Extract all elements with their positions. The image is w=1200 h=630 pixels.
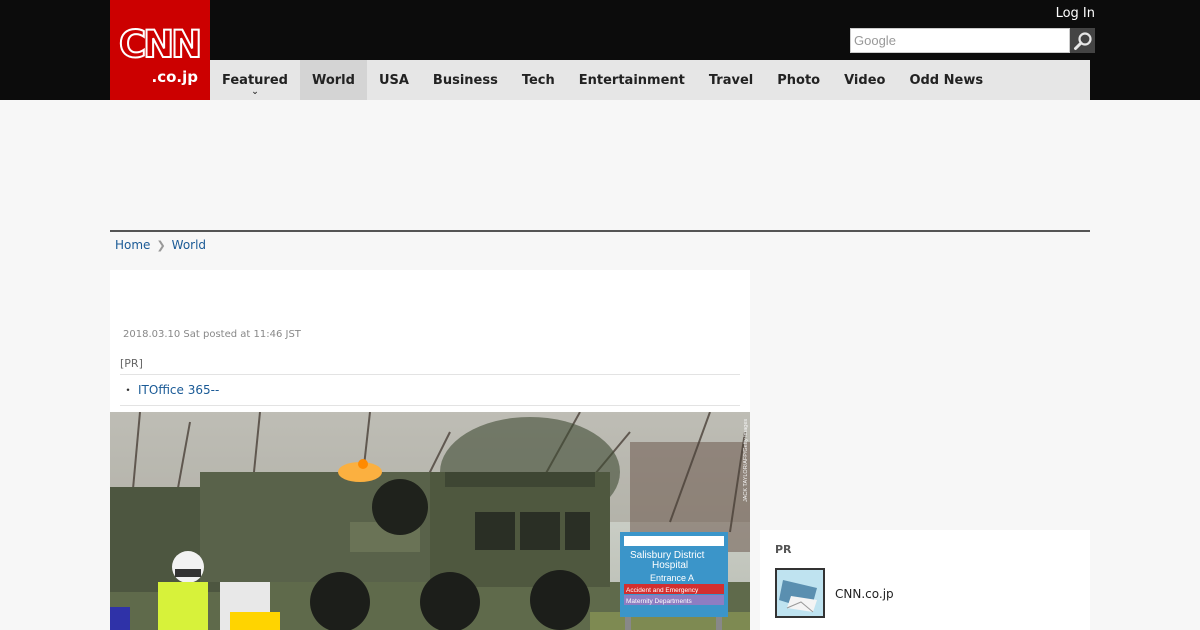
pr-link[interactable]: ITOffice 365-- (138, 383, 219, 397)
cnn-logo[interactable]: CNN .co.jp (110, 0, 210, 100)
breadcrumb: Home ❯ World (115, 238, 206, 252)
nav-item-label: Video (844, 72, 886, 88)
nav-item-featured[interactable]: Featured ⌄ (210, 60, 300, 100)
sidebar-pr: PR CNN.co.jp (760, 530, 1090, 630)
nav-item-travel[interactable]: Travel (697, 60, 765, 100)
pr-label: [PR] (120, 357, 740, 375)
chevron-right-icon: ❯ (156, 238, 166, 252)
nav-item-odd-news[interactable]: Odd News (897, 60, 995, 100)
search-button[interactable] (1070, 28, 1095, 53)
breadcrumb-home[interactable]: Home (115, 238, 150, 252)
posted-date: 2018.03.10 Sat posted at 11:46 JST (123, 329, 301, 340)
nav-item-label: Entertainment (578, 72, 685, 88)
pr-links: [PR] ・ ITOffice 365-- (120, 357, 740, 406)
logo-sub-text: .co.jp (151, 68, 198, 86)
pr-link-row: ・ ITOffice 365-- (120, 375, 740, 406)
sidebar-pr-label: PR (775, 543, 792, 556)
photo-sign-maternity: Maternity Departments (626, 598, 692, 605)
nav-item-world[interactable]: World (299, 60, 367, 100)
pr-thumbnail[interactable] (775, 568, 825, 618)
photo-illustration: Salisbury District Hospital Entrance A A… (110, 412, 750, 630)
main-nav: Featured ⌄ World USA Business Tech Enter… (210, 60, 1090, 100)
nav-item-business[interactable]: Business (421, 60, 510, 100)
nav-item-label: Business (432, 72, 498, 88)
nav-item-label: Odd News (909, 72, 984, 88)
nav-item-tech[interactable]: Tech (510, 60, 567, 100)
search-input[interactable] (850, 28, 1070, 53)
photo-sign-ae: Accident and Emergency (626, 587, 699, 594)
bullet: ・ (122, 383, 135, 397)
nav-item-label: Photo (777, 72, 821, 88)
nav-item-entertainment[interactable]: Entertainment (567, 60, 697, 100)
breadcrumb-world[interactable]: World (172, 238, 206, 252)
nav-item-photo[interactable]: Photo (765, 60, 832, 100)
nav-item-video[interactable]: Video (832, 60, 897, 100)
photo-credit: JACK TAYLOR/AFP/Getty Images (743, 419, 749, 502)
article-card: 2018.03.10 Sat posted at 11:46 JST [PR] … (110, 270, 750, 630)
chevron-down-icon: ⌄ (251, 87, 259, 97)
top-bar: CNN .co.jp Log In Featured ⌄ World USA B… (0, 0, 1200, 100)
article-photo[interactable]: Salisbury District Hospital Entrance A A… (110, 412, 750, 630)
mail-icon (777, 570, 823, 616)
photo-sign-line2: Hospital (652, 560, 688, 571)
nav-item-label: World (311, 72, 355, 88)
section-divider (110, 230, 1090, 232)
nav-item-usa[interactable]: USA (367, 60, 421, 100)
nav-item-label: Tech (521, 72, 555, 88)
login-link[interactable]: Log In (1056, 6, 1095, 21)
search-icon (1073, 31, 1092, 50)
nav-item-label: Travel (708, 72, 754, 88)
logo-main-text: CNN (118, 23, 203, 66)
nav-item-label: Featured (222, 72, 288, 88)
pr-item-link[interactable]: CNN.co.jp (835, 587, 894, 601)
nav-item-label: USA (378, 72, 409, 88)
photo-sign-entrance: Entrance A (650, 573, 694, 583)
